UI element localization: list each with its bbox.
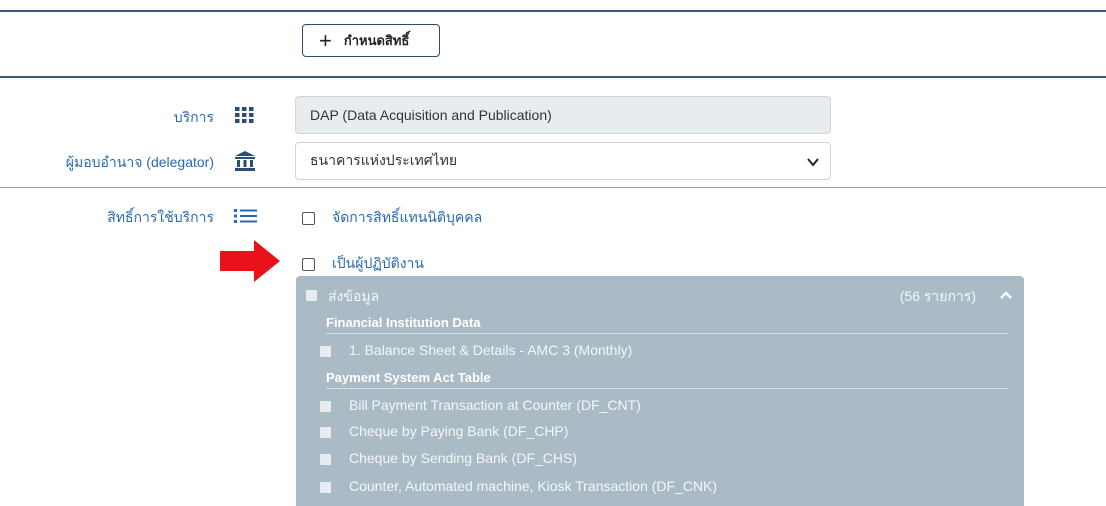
operator-checkbox[interactable] (302, 257, 315, 271)
list-item: Bill Payment Transaction at Counter (DF_… (349, 397, 641, 413)
item-checkbox[interactable] (320, 427, 331, 438)
rights-label: สิทธิ์การใช้บริการ (107, 209, 214, 225)
group-heading: Payment System Act Table (326, 370, 491, 385)
item-checkbox[interactable] (320, 401, 331, 412)
manage-rights-option[interactable]: จัดการสิทธิ์แทนนิติบุคคล (302, 207, 482, 229)
operator-option[interactable]: เป็นผู้ปฏิบัติงาน (302, 253, 424, 275)
manage-rights-label: จัดการสิทธิ์แทนนิติบุคคล (332, 209, 483, 225)
list-item: 1. Balance Sheet & Details - AMC 3 (Mont… (349, 342, 633, 358)
item-checkbox[interactable] (320, 482, 331, 493)
delegator-select[interactable]: ธนาคารแห่งประเทศไทย (295, 142, 831, 180)
panel-title: ส่งข้อมูล (328, 288, 380, 304)
list-item: Cheque by Sending Bank (DF_CHS) (349, 450, 578, 466)
add-permission-label: กำหนดสิทธิ์ (343, 33, 410, 48)
service-value: DAP (Data Acquisition and Publication) (310, 107, 552, 123)
chevron-up-icon[interactable] (998, 288, 1014, 307)
grid-icon (234, 106, 258, 126)
chevron-down-icon (804, 153, 822, 174)
service-label: บริการ (173, 109, 214, 125)
red-arrow-icon (220, 238, 282, 289)
list-icon (234, 208, 258, 228)
operator-label: เป็นผู้ปฏิบัติงาน (332, 255, 424, 271)
service-field: DAP (Data Acquisition and Publication) (295, 96, 831, 134)
send-data-panel: ส่งข้อมูล (56 รายการ) Financial Institut… (296, 276, 1024, 506)
plus-icon: + (319, 27, 332, 53)
group-heading: Financial Institution Data (326, 315, 481, 330)
section-divider (0, 76, 1106, 78)
panel-header[interactable]: ส่งข้อมูล (56 รายการ) (296, 276, 1024, 312)
item-checkbox[interactable] (320, 346, 331, 357)
bank-icon (234, 150, 258, 171)
rights-divider (0, 187, 1106, 188)
manage-rights-checkbox[interactable] (302, 211, 315, 225)
add-permission-button[interactable]: + กำหนดสิทธิ์ (302, 24, 440, 57)
item-checkbox[interactable] (320, 454, 331, 465)
panel-count: (56 รายการ) (899, 288, 976, 304)
delegator-value: ธนาคารแห่งประเทศไทย (310, 152, 458, 168)
group-divider (326, 333, 1008, 334)
group-divider (326, 388, 1008, 389)
list-item: Cheque by Paying Bank (DF_CHP) (349, 423, 569, 439)
panel-select-all-checkbox[interactable] (306, 290, 317, 301)
top-divider (0, 10, 1106, 12)
delegator-label: ผู้มอบอำนาจ (delegator) (65, 154, 214, 170)
